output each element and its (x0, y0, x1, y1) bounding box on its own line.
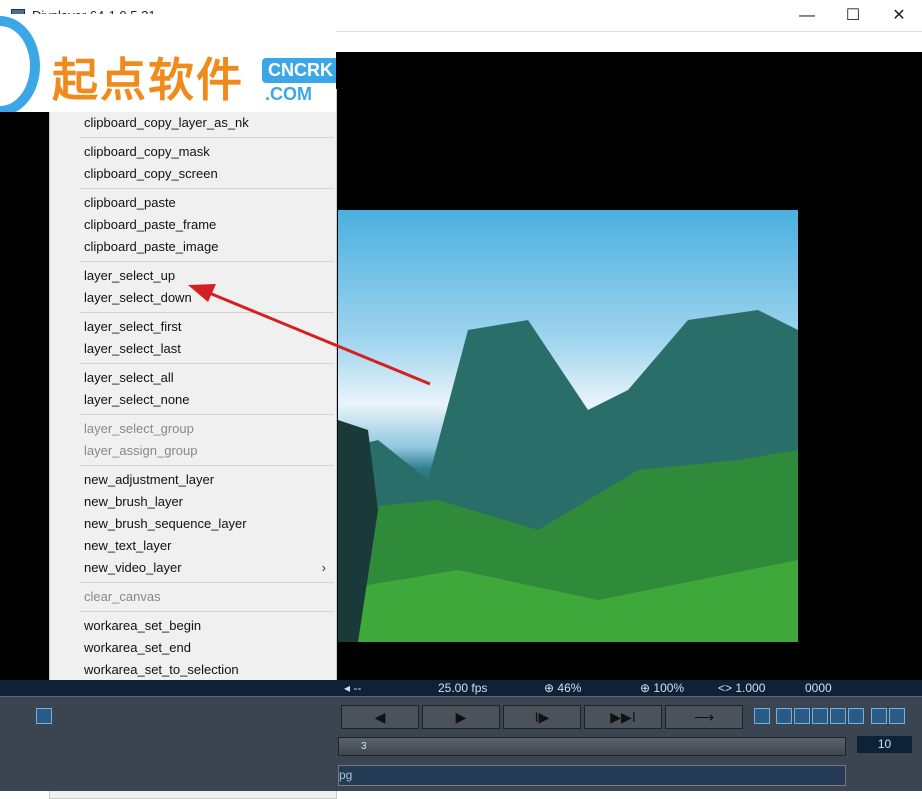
menu-item-label: layer_select_first (84, 319, 182, 334)
menu-item-clipboard-copy-layer-as-nk[interactable]: clipboard_copy_layer_as_nk (50, 112, 336, 134)
cache-status: ⊕ 46% (544, 681, 581, 695)
fps-status: 25.00 fps (438, 681, 487, 695)
prev-button[interactable]: ◀ (341, 705, 419, 729)
menu-item-label: workarea_set_end (84, 640, 191, 655)
list-view-icon[interactable] (754, 708, 770, 724)
menu-item-label: layer_assign_group (84, 443, 197, 458)
menu-item-clipboard-paste-frame[interactable]: clipboard_paste_frame (50, 214, 336, 236)
step-button[interactable]: I▶ (503, 705, 581, 729)
menu-item-new-text-layer[interactable]: new_text_layer (50, 535, 336, 557)
menu-item-workarea-set-begin[interactable]: workarea_set_begin (50, 615, 336, 637)
menu-item-label: new_brush_layer (84, 494, 183, 509)
grid-icon[interactable] (794, 708, 810, 724)
menu-item-label: clipboard_paste_frame (84, 217, 216, 232)
speed-status: <> 1.000 (718, 681, 765, 695)
landscape-image (338, 210, 798, 642)
logo-circle-icon (0, 16, 40, 112)
menu-separator (80, 414, 334, 415)
menu-separator (80, 188, 334, 189)
checker-icon[interactable] (812, 708, 828, 724)
layout-icon[interactable] (36, 708, 52, 724)
end-frame-field[interactable]: 10 (857, 736, 912, 753)
menu-separator (80, 611, 334, 612)
menu-separator (80, 582, 334, 583)
menu-item-label: clipboard_copy_screen (84, 166, 218, 181)
menu-separator (80, 137, 334, 138)
watermark-cn: 起点软件 (52, 44, 244, 110)
menu-item-label: layer_select_all (84, 370, 174, 385)
menu-item-label: workarea_set_to_selection (84, 662, 239, 677)
audio-status: ◂ -- (344, 681, 361, 695)
menu-item-label: clipboard_copy_layer_as_nk (84, 115, 249, 130)
play-button[interactable]: ▶ (422, 705, 500, 729)
end-button[interactable]: ▶▶I (584, 705, 662, 729)
menu-item-clear-canvas[interactable]: clear_canvas (50, 586, 336, 608)
minimize-button[interactable]: — (784, 0, 830, 32)
frame-status: 0000 (805, 681, 832, 695)
menu-item-new-video-layer[interactable]: new_video_layer › (50, 557, 336, 579)
menu-item-layer-assign-group[interactable]: layer_assign_group (50, 440, 336, 462)
menu-item-clipboard-paste[interactable]: clipboard_paste (50, 192, 336, 214)
menu-item-label: new_video_layer (84, 560, 182, 575)
menu-item-label: clipboard_paste_image (84, 239, 218, 254)
watermark-en: CNCRK (262, 58, 336, 83)
menu-item-clipboard-copy-screen[interactable]: clipboard_copy_screen (50, 163, 336, 185)
maximize-button[interactable]: ☐ (830, 0, 876, 32)
menu-item-label: layer_select_last (84, 341, 181, 356)
watermark-com: .COM (265, 84, 312, 105)
menu-item-label: layer_select_down (84, 290, 192, 305)
fullscreen-icon[interactable] (889, 708, 905, 724)
loop-button[interactable]: ⟶ (665, 705, 743, 729)
menu-item-label: clipboard_paste (84, 195, 176, 210)
layer-track[interactable]: pg (338, 765, 846, 786)
menu-item-new-brush-layer[interactable]: new_brush_layer (50, 491, 336, 513)
menu-item-label: clear_canvas (84, 589, 161, 604)
menu-item-label: new_adjustment_layer (84, 472, 214, 487)
layer-label: pg (339, 768, 352, 782)
gamma-icon[interactable] (848, 708, 864, 724)
safe-area-icon[interactable] (776, 708, 792, 724)
submenu-arrow-icon: › (322, 557, 326, 579)
menu-item-label: layer_select_up (84, 268, 175, 283)
menu-item-workarea-set-to-selection[interactable]: workarea_set_to_selection (50, 659, 336, 681)
menu-item-workarea-set-end[interactable]: workarea_set_end (50, 637, 336, 659)
status-bar: ◂ -- 25.00 fps ⊕ 46% ⊕ 100% <> 1.000 000… (0, 680, 922, 696)
menu-item-label: layer_select_none (84, 392, 190, 407)
menu-item-label: clipboard_copy_mask (84, 144, 210, 159)
timeline-marker: 3 (361, 741, 367, 752)
watermark-logo: 起点软件 CNCRK .COM (0, 14, 336, 112)
channels-icon[interactable] (830, 708, 846, 724)
menu-separator (80, 465, 334, 466)
menu-item-label: workarea_set_begin (84, 618, 201, 633)
timeline-slider[interactable]: 3 (338, 737, 846, 756)
menu-item-clipboard-paste-image[interactable]: clipboard_paste_image (50, 236, 336, 258)
menu-item-label: new_text_layer (84, 538, 171, 553)
red-arrow-annotation (180, 280, 440, 390)
playback-controls: ◀ ▶ I▶ ▶▶I ⟶ 3 10 pg (0, 696, 922, 791)
compare-icon[interactable] (871, 708, 887, 724)
menu-item-label: new_brush_sequence_layer (84, 516, 247, 531)
mountain-drawing (338, 210, 798, 642)
menu-item-layer-select-group[interactable]: layer_select_group (50, 418, 336, 440)
zoom-status: ⊕ 100% (640, 681, 684, 695)
menu-item-label: layer_select_group (84, 421, 194, 436)
menu-item-new-brush-sequence-layer[interactable]: new_brush_sequence_layer (50, 513, 336, 535)
close-button[interactable]: ✕ (876, 0, 922, 32)
menu-item-new-adjustment-layer[interactable]: new_adjustment_layer (50, 469, 336, 491)
menu-item-layer-select-none[interactable]: layer_select_none (50, 389, 336, 411)
menu-item-clipboard-copy-mask[interactable]: clipboard_copy_mask (50, 141, 336, 163)
menu-separator (80, 261, 334, 262)
